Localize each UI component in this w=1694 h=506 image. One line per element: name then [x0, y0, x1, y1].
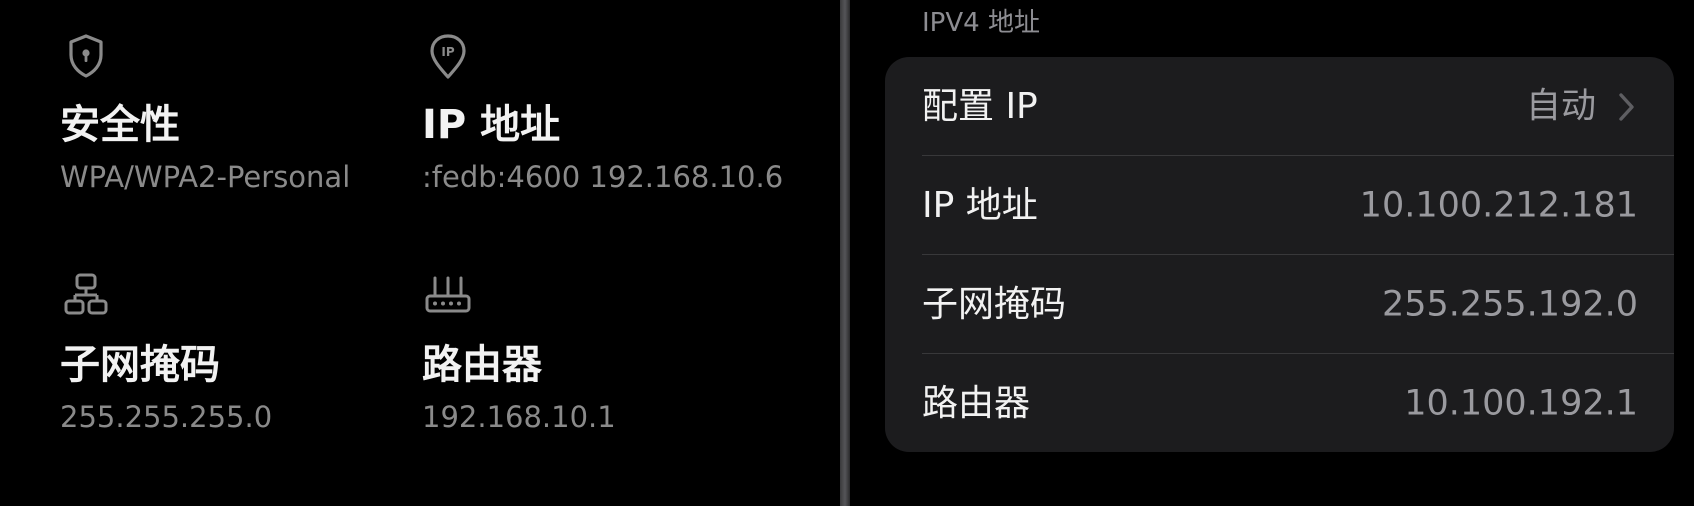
ipv4-settings-group: 配置 IP 自动 IP 地址 10.100.212.181 子网掩码 255.2…: [885, 57, 1674, 452]
security-value: WPA/WPA2-Personal: [60, 160, 351, 194]
shield-icon: [60, 30, 112, 82]
network-topology-icon: [60, 270, 112, 322]
subnet-mask-title: 子网掩码: [60, 342, 220, 388]
ip-address-row: IP 地址 10.100.212.181: [885, 156, 1674, 255]
configure-ip-value: 自动: [1525, 86, 1596, 126]
panel-divider: [840, 0, 850, 506]
security-title: 安全性: [60, 102, 180, 148]
ip-location-icon: IP: [422, 30, 474, 82]
subnet-mask-row-value: 255.255.192.0: [1381, 284, 1638, 324]
configure-ip-row[interactable]: 配置 IP 自动: [885, 57, 1674, 156]
router-title: 路由器: [422, 342, 542, 388]
right-panel: IPV4 地址 配置 IP 自动 IP 地址 10.100.212.181 子网…: [850, 0, 1694, 506]
router-icon: [422, 270, 474, 322]
configure-ip-label: 配置 IP: [922, 85, 1038, 127]
router-value: 192.168.10.1: [422, 400, 616, 434]
ip-address-row-value: 10.100.212.181: [1359, 185, 1638, 225]
subnet-mask-value: 255.255.255.0: [60, 400, 273, 434]
router-row-value: 10.100.192.1: [1404, 383, 1638, 423]
chevron-right-icon: [1616, 90, 1638, 124]
subnet-mask-row: 子网掩码 255.255.192.0: [885, 255, 1674, 354]
router-label: 路由器: [922, 382, 1031, 424]
subnet-mask-label: 子网掩码: [922, 283, 1067, 325]
ip-address-label: IP 地址: [922, 184, 1038, 226]
ip-address-title: IP 地址: [422, 102, 561, 148]
router-row: 路由器 10.100.192.1: [885, 354, 1674, 452]
svg-text:IP: IP: [441, 45, 454, 59]
left-panel: 安全性 WPA/WPA2-Personal IP IP 地址 :fedb:460…: [0, 0, 840, 506]
ip-address-value: :fedb:4600 192.168.10.6: [422, 160, 784, 194]
ipv4-section-header: IPV4 地址: [922, 8, 1040, 38]
